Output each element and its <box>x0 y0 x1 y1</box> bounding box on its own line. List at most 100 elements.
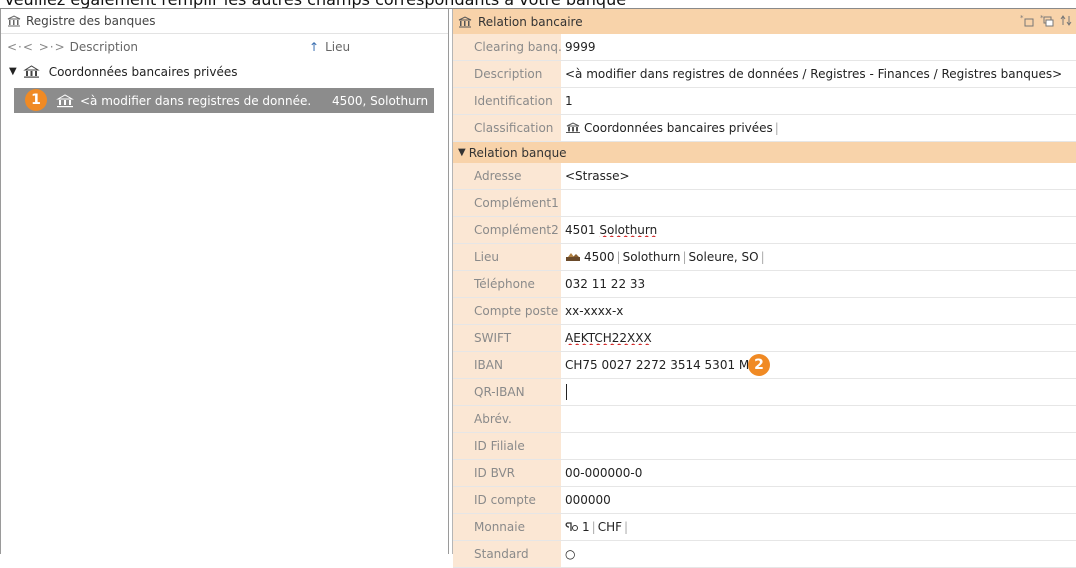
bank-icon <box>56 93 74 107</box>
panel-title: Relation bancaire <box>478 14 583 29</box>
field-label: Complément1 <box>453 190 561 216</box>
group-row[interactable]: ▼ Coordonnées bancaires privées <box>1 59 448 84</box>
field-classification: Classification Coordonnées bancaires pri… <box>453 115 1076 142</box>
field-identification: Identification 1 <box>453 88 1076 115</box>
classification-value: Coordonnées bancaires privées <box>584 121 773 135</box>
field-label: Lieu <box>453 244 561 270</box>
field-label: Adresse <box>453 163 561 189</box>
swap-icon[interactable] <box>1060 14 1072 27</box>
field-label: ID Filiale <box>453 433 561 459</box>
field-label: Description <box>453 61 561 87</box>
field-id-filiale: ID Filiale <box>453 433 1076 460</box>
separator: | <box>760 250 765 264</box>
currency-icon <box>565 522 578 531</box>
field-adresse: Adresse <Strasse> <box>453 163 1076 190</box>
bank-group-icon <box>22 65 40 78</box>
chevron-down-icon[interactable]: ▼ <box>458 147 466 158</box>
field-label: QR-IBAN <box>453 379 561 405</box>
svg-text:*: * <box>1040 14 1044 22</box>
field-label: Complément2 <box>453 217 561 243</box>
complement2-prefix: 4501 <box>565 223 600 237</box>
clearing-input[interactable]: 9999 <box>561 40 596 54</box>
field-label: ID BVR <box>453 460 561 486</box>
bank-icon <box>458 15 472 27</box>
lieu-npa: 4500 <box>584 250 615 264</box>
swift-input[interactable]: AEKTCH22XXX <box>561 331 652 345</box>
nav-arrows-icon[interactable]: <·< >·> <box>7 40 66 54</box>
sort-arrow-icon: ↑ <box>309 39 320 54</box>
field-swift: SWIFT AEKTCH22XXX <box>453 325 1076 352</box>
separator: | <box>682 250 687 264</box>
text-caret <box>566 384 567 400</box>
iban-input[interactable]: CH75 0027 2272 3514 5301 M <box>561 358 749 372</box>
qr-iban-input[interactable] <box>561 384 567 400</box>
bank-registry-panel: Registre des banques <·< >·> Description… <box>0 9 449 554</box>
telephone-input[interactable]: 032 11 22 33 <box>561 277 645 291</box>
field-label: ID compte <box>453 487 561 513</box>
copy-record-icon[interactable]: * <box>1040 14 1054 27</box>
lieu-input[interactable]: 4500 | Solothurn | Soleure, SO | <box>561 250 767 264</box>
location-icon <box>566 253 580 261</box>
column-lieu[interactable]: ↑ Lieu <box>309 40 350 54</box>
adresse-input[interactable]: <Strasse> <box>561 169 630 183</box>
toolbar: * * <box>1020 14 1072 27</box>
group-label: Coordonnées bancaires privées <box>48 64 238 79</box>
step-badge-2: 2 <box>748 354 770 376</box>
field-id-compte: ID compte 000000 <box>453 487 1076 514</box>
new-record-icon[interactable]: * <box>1020 14 1034 27</box>
field-label: SWIFT <box>453 325 561 351</box>
item-lieu: 4500, Solothurn <box>332 93 429 108</box>
classification-input[interactable]: Coordonnées bancaires privées | <box>561 121 781 135</box>
field-label: Abrév. <box>453 406 561 432</box>
field-complement1: Complément1 <box>453 190 1076 217</box>
panel-header: Registre des banques <box>1 9 448 34</box>
id-compte-input[interactable]: 000000 <box>561 493 611 507</box>
monnaie-id: 1 <box>582 520 590 534</box>
section-title: Relation banque <box>468 145 567 160</box>
field-id-bvr: ID BVR 00-000000-0 <box>453 460 1076 487</box>
field-monnaie: Monnaie 1 | CHF | <box>453 514 1076 541</box>
section-relation-banque[interactable]: ▼ Relation banque <box>453 142 1076 163</box>
separator: | <box>624 520 629 534</box>
bank-group-icon <box>566 122 580 133</box>
field-abrev: Abrév. <box>453 406 1076 433</box>
field-label: IBAN <box>453 352 561 378</box>
separator: | <box>616 250 621 264</box>
field-label: Classification <box>453 115 561 141</box>
standard-radio[interactable]: ○ <box>561 547 575 561</box>
complement2-city: Solothurn <box>599 223 658 237</box>
swift-value: AEKTCH22XXX <box>565 331 652 345</box>
field-iban: IBAN CH75 0027 2272 3514 5301 M 2 <box>453 352 1076 379</box>
svg-text:*: * <box>1020 14 1024 22</box>
field-label: Identification <box>453 88 561 114</box>
step-badge-1: 1 <box>25 89 47 111</box>
panel-header: Relation bancaire * * <box>453 9 1076 34</box>
field-standard: Standard ○ <box>453 541 1076 568</box>
field-complement2: Complément2 4501 Solothurn <box>453 217 1076 244</box>
column-header-row: <·< >·> Description ↑ Lieu <box>1 34 448 59</box>
lieu-canton: Soleure, SO <box>688 250 759 264</box>
field-clearing: Clearing banq. 9999 <box>453 34 1076 61</box>
column-description[interactable]: Description <box>70 40 138 54</box>
bank-relation-panel: Relation bancaire * * Clearing banq. 999… <box>452 9 1076 568</box>
complement2-input[interactable]: 4501 Solothurn <box>561 223 657 237</box>
description-input[interactable]: <à modifier dans registres de données / … <box>561 67 1062 81</box>
lieu-city: Solothurn <box>622 250 681 264</box>
compte-poste-input[interactable]: xx-xxxx-x <box>561 304 623 318</box>
field-qr-iban: QR-IBAN <box>453 379 1076 406</box>
field-telephone: Téléphone 032 11 22 33 <box>453 271 1076 298</box>
monnaie-input[interactable]: 1 | CHF | <box>561 520 630 534</box>
id-bvr-input[interactable]: 00-000000-0 <box>561 466 642 480</box>
bank-icon <box>7 15 21 27</box>
chevron-down-icon[interactable]: ▼ <box>9 66 17 77</box>
field-description: Description <à modifier dans registres d… <box>453 61 1076 88</box>
monnaie-code: CHF <box>597 520 622 534</box>
separator: | <box>774 121 779 135</box>
field-lieu: Lieu 4500 | Solothurn | Soleure, SO | <box>453 244 1076 271</box>
identification-input[interactable]: 1 <box>561 94 573 108</box>
field-label: Standard <box>453 541 561 567</box>
bank-list-item[interactable]: <à modifier dans registres de donnée. 45… <box>14 88 434 113</box>
item-description: <à modifier dans registres de donnée. <box>80 93 312 108</box>
column-lieu-label: Lieu <box>325 39 351 54</box>
panel-title: Registre des banques <box>26 14 156 28</box>
